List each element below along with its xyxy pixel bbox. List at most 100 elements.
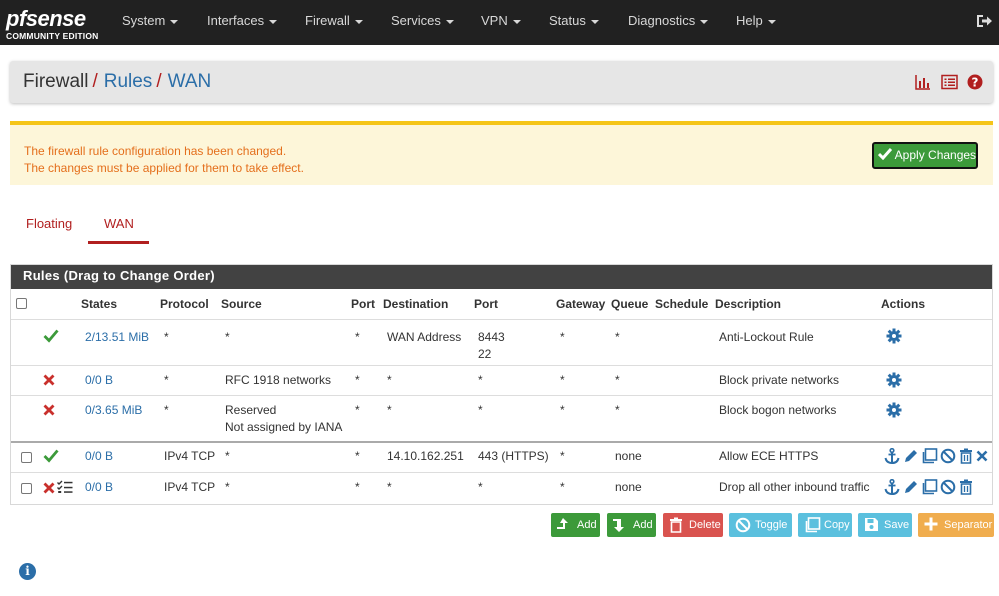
- pfsense-logo[interactable]: pfsense COMMUNITY EDITION: [6, 6, 102, 42]
- rule-queue: *: [615, 403, 620, 417]
- col-port[interactable]: Port: [351, 297, 375, 311]
- copy-icon: [805, 517, 821, 533]
- col-queue[interactable]: Queue: [611, 297, 648, 311]
- col-description[interactable]: Description: [715, 297, 781, 311]
- table-row[interactable]: 2/13.51 MiB * * * WAN Address 8443 22 * …: [11, 319, 992, 365]
- nav-interfaces[interactable]: Interfaces: [207, 13, 278, 28]
- rule-source: Reserved: [225, 403, 277, 417]
- nav-label: Services: [391, 13, 441, 28]
- nav-status[interactable]: Status: [549, 13, 599, 28]
- arrow-down-icon: [613, 519, 624, 532]
- list-icon[interactable]: [940, 74, 958, 93]
- rule-states[interactable]: 2/13.51 MiB: [85, 329, 149, 346]
- trash-icon[interactable]: [959, 448, 973, 464]
- help-icon[interactable]: ?: [967, 74, 983, 93]
- separator-button[interactable]: Separator: [918, 513, 994, 537]
- copy-button[interactable]: Copy: [798, 513, 852, 537]
- rule-protocol: *: [164, 373, 169, 387]
- gear-icon[interactable]: [886, 328, 902, 344]
- rule-description: Block bogon networks: [719, 403, 837, 417]
- edit-pencil-icon[interactable]: [903, 479, 919, 495]
- page-header: Firewall / Rules / WAN ?: [10, 61, 993, 103]
- caret-down-icon: [170, 19, 179, 24]
- rule-dest-port-2: 22: [478, 347, 492, 361]
- add-top-label: Add: [577, 519, 597, 531]
- col-schedule[interactable]: Schedule: [655, 297, 708, 311]
- brand-name: pfsense: [6, 6, 86, 31]
- select-all-checkbox[interactable]: [16, 298, 27, 309]
- rule-states[interactable]: 0/0 B: [85, 479, 113, 496]
- nav-help[interactable]: Help: [736, 13, 776, 28]
- nav-firewall[interactable]: Firewall: [305, 13, 363, 28]
- rule-protocol: IPv4 TCP: [164, 480, 216, 494]
- rule-description: Drop all other inbound traffic: [719, 480, 870, 494]
- rule-dest-port: *: [478, 373, 483, 387]
- rule-states[interactable]: 0/0 B: [85, 372, 113, 389]
- toggle-button[interactable]: Toggle: [729, 513, 792, 537]
- rule-states[interactable]: 0/3.65 MiB: [85, 402, 142, 419]
- col-source[interactable]: Source: [221, 297, 262, 311]
- delete-button[interactable]: Delete: [663, 513, 723, 537]
- nav-vpn[interactable]: VPN: [481, 13, 521, 28]
- save-button[interactable]: Save: [858, 513, 912, 537]
- table-row[interactable]: 0/3.65 MiB * Reserved Not assigned by IA…: [11, 395, 992, 441]
- col-destination[interactable]: Destination: [383, 297, 448, 311]
- apply-changes-button[interactable]: Apply Changes: [872, 142, 978, 169]
- tab-wan[interactable]: WAN: [104, 216, 134, 231]
- table-row[interactable]: 0/0 B IPv4 TCP * * 14.10.162.251 443 (HT…: [11, 441, 992, 472]
- close-x-icon[interactable]: [976, 450, 988, 462]
- rule-destination: *: [387, 480, 392, 494]
- caret-down-icon: [445, 19, 454, 24]
- breadcrumb-separator: /: [156, 71, 162, 92]
- row-checkbox[interactable]: [21, 452, 32, 463]
- breadcrumb-wan[interactable]: WAN: [168, 71, 212, 92]
- alert-line-1: The firewall rule configuration has been…: [24, 144, 287, 158]
- add-top-button[interactable]: Add: [551, 513, 600, 537]
- anchor-icon[interactable]: [884, 479, 900, 496]
- trash-icon[interactable]: [959, 479, 973, 495]
- gear-icon[interactable]: [886, 372, 902, 388]
- nav-services[interactable]: Services: [391, 13, 454, 28]
- rule-queue: none: [615, 449, 642, 463]
- block-x-icon: [43, 374, 55, 386]
- rule-gateway: *: [560, 403, 565, 417]
- table-row[interactable]: 0/0 B * RFC 1918 networks * * * * * Bloc…: [11, 365, 992, 395]
- logout-icon[interactable]: [975, 12, 993, 30]
- changes-alert: The firewall rule configuration has been…: [10, 121, 993, 185]
- tab-floating[interactable]: Floating: [26, 216, 72, 231]
- breadcrumb-rules[interactable]: Rules: [104, 71, 153, 92]
- rule-port: *: [355, 403, 360, 417]
- caret-down-icon: [354, 19, 363, 24]
- nav-label: Interfaces: [207, 13, 265, 28]
- table-row[interactable]: 0/0 B IPv4 TCP * * * * * none Drop all o…: [11, 472, 992, 504]
- copy-icon[interactable]: [921, 479, 938, 495]
- block-x-icon: [43, 482, 55, 494]
- disable-ban-icon[interactable]: [940, 448, 956, 464]
- rule-queue: none: [615, 480, 642, 494]
- nav-system[interactable]: System: [122, 13, 179, 28]
- breadcrumb: Firewall / Rules / WAN: [23, 71, 211, 93]
- disable-ban-icon[interactable]: [940, 479, 956, 495]
- check-icon: [877, 148, 893, 161]
- nav-diagnostics[interactable]: Diagnostics: [628, 13, 709, 28]
- copy-icon[interactable]: [921, 448, 938, 464]
- header-icons: ?: [909, 74, 983, 92]
- col-dest-port[interactable]: Port: [474, 297, 498, 311]
- rule-source: *: [225, 449, 230, 463]
- nav-label: Firewall: [305, 13, 350, 28]
- col-states[interactable]: States: [81, 297, 117, 311]
- col-gateway[interactable]: Gateway: [556, 297, 605, 311]
- rule-protocol: *: [164, 330, 169, 344]
- bar-chart-icon[interactable]: [915, 74, 931, 93]
- row-checkbox[interactable]: [21, 483, 32, 494]
- delete-label: Delete: [689, 519, 721, 531]
- info-icon[interactable]: i: [19, 563, 36, 580]
- anchor-icon[interactable]: [884, 448, 900, 465]
- edit-pencil-icon[interactable]: [903, 448, 919, 464]
- log-list-check-icon: [57, 480, 73, 493]
- rule-dest-port: 443 (HTTPS): [478, 449, 549, 463]
- add-bottom-button[interactable]: Add: [607, 513, 656, 537]
- gear-icon[interactable]: [886, 402, 902, 418]
- col-protocol[interactable]: Protocol: [160, 297, 209, 311]
- rule-states[interactable]: 0/0 B: [85, 448, 113, 465]
